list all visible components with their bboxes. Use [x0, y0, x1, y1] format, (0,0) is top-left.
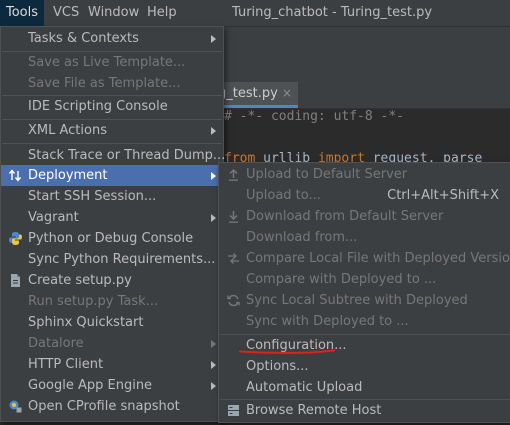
menu-tools[interactable]: Tools — [0, 0, 45, 26]
menu-item-label: Run setup.py Task... — [28, 294, 159, 309]
menu-item-deployment[interactable]: Deployment — [1, 165, 223, 186]
menu-item-label: Upload to... — [246, 188, 321, 203]
menu-item-label: Tasks & Contexts — [28, 31, 139, 46]
menu-item-label: Deployment — [28, 168, 108, 183]
menu-item-python-console[interactable]: Python or Debug Console — [1, 228, 223, 249]
menu-separator — [2, 143, 222, 144]
submenu-arrow-icon — [211, 361, 216, 369]
menu-vcs[interactable]: VCS — [47, 0, 85, 26]
submenu-arrow-icon — [211, 382, 216, 390]
code-line-1: # -*- coding: utf-8 -*- — [224, 109, 405, 124]
download-icon — [226, 209, 241, 224]
menu-window[interactable]: Window — [82, 0, 145, 26]
menu-item-sync-deployed-to[interactable]: Sync with Deployed to ... — [219, 311, 510, 332]
menu-item-start-ssh[interactable]: Start SSH Session... — [1, 186, 223, 207]
menu-item-datalore[interactable]: Datalore — [1, 333, 223, 354]
sync-icon — [226, 293, 241, 308]
menu-item-automatic-upload[interactable]: Automatic Upload — [219, 377, 510, 398]
window-title: Turing_chatbot - Turing_test.py — [232, 5, 433, 20]
menu-item-google-app-engine[interactable]: Google App Engine — [1, 375, 223, 396]
menu-item-label: Automatic Upload — [246, 380, 363, 395]
tools-menu: Tasks & Contexts Save as Live Template..… — [0, 26, 226, 422]
menu-item-vagrant[interactable]: Vagrant — [1, 207, 223, 228]
menu-item-download-default[interactable]: Download from Default Server — [219, 206, 510, 227]
red-underline-annotation — [239, 349, 335, 354]
menu-item-label: HTTP Client — [28, 357, 104, 372]
menu-item-open-cprofile[interactable]: Open CProfile snapshot — [1, 396, 223, 417]
menu-item-label: Sync Local Subtree with Deployed — [246, 293, 468, 308]
menu-item-save-live-template[interactable]: Save as Live Template... — [1, 52, 223, 73]
menu-item-label: Create setup.py — [28, 273, 132, 288]
menu-item-label: Save as Live Template... — [28, 55, 186, 70]
menu-item-create-setup[interactable]: Create setup.py — [1, 270, 223, 291]
menu-item-label: Sphinx Quickstart — [28, 315, 144, 330]
menu-help[interactable]: Help — [141, 0, 183, 26]
deployment-submenu: Upload to Default Server Upload to... Ct… — [218, 162, 510, 423]
menu-item-label: Open CProfile snapshot — [28, 399, 180, 414]
menu-item-label: Sync with Deployed to ... — [246, 314, 409, 329]
menu-item-label: Download from... — [246, 230, 358, 245]
remote-host-icon — [226, 403, 241, 418]
menu-item-compare-local[interactable]: Compare Local File with Deployed Version — [219, 248, 510, 269]
menu-item-tasks-contexts[interactable]: Tasks & Contexts — [1, 28, 223, 49]
menu-item-label: Sync Python Requirements... — [28, 252, 216, 267]
setup-file-icon — [8, 273, 23, 288]
menu-item-http-client[interactable]: HTTP Client — [1, 354, 223, 375]
menu-bar: Tools VCS Window Help Turing_chatbot - T… — [0, 0, 510, 27]
menu-item-stack-trace[interactable]: Stack Trace or Thread Dump... — [1, 145, 226, 166]
menu-item-sync-local-subtree[interactable]: Sync Local Subtree with Deployed — [219, 290, 510, 311]
menu-item-download-from[interactable]: Download from... — [219, 227, 510, 248]
upload-icon — [226, 167, 241, 182]
menu-item-upload-to[interactable]: Upload to... Ctrl+Alt+Shift+X — [219, 185, 510, 206]
menu-item-upload-default[interactable]: Upload to Default Server — [219, 164, 510, 185]
menu-item-label: Stack Trace or Thread Dump... — [28, 148, 226, 163]
menu-item-run-setup-task[interactable]: Run setup.py Task... — [1, 291, 223, 312]
menu-item-xml-actions[interactable]: XML Actions — [1, 120, 223, 141]
deployment-icon — [8, 168, 23, 183]
python-icon — [8, 231, 23, 246]
menu-item-label: Start SSH Session... — [28, 189, 157, 204]
menu-item-label: Options... — [246, 359, 309, 374]
menu-item-label: XML Actions — [28, 123, 107, 138]
submenu-arrow-icon — [211, 214, 216, 222]
menu-item-label: Browse Remote Host — [246, 403, 382, 418]
menu-item-browse-remote-host[interactable]: Browse Remote Host — [219, 400, 510, 421]
menu-item-save-file-template[interactable]: Save File as Template... — [1, 73, 223, 94]
submenu-arrow-icon — [211, 340, 216, 348]
menu-item-shortcut: Ctrl+Alt+Shift+X — [387, 188, 499, 203]
menu-item-compare-deployed-to[interactable]: Compare with Deployed to ... — [219, 269, 510, 290]
menu-item-sync-python-requirements[interactable]: Sync Python Requirements... — [1, 249, 223, 270]
submenu-arrow-icon — [211, 35, 216, 43]
menu-item-label: Compare with Deployed to ... — [246, 272, 437, 287]
menu-item-label: Vagrant — [28, 210, 79, 225]
menu-item-label: Python or Debug Console — [28, 231, 194, 246]
menu-item-sphinx-quickstart[interactable]: Sphinx Quickstart — [1, 312, 223, 333]
editor-tab-label: g_test.py — [218, 86, 278, 101]
tab-close-icon[interactable]: × — [282, 82, 292, 105]
menu-item-label: Download from Default Server — [246, 209, 444, 224]
menu-item-label: Upload to Default Server — [246, 167, 408, 182]
menu-item-label: Datalore — [28, 336, 84, 351]
submenu-arrow-icon — [211, 172, 216, 180]
submenu-arrow-icon — [211, 127, 216, 135]
menu-item-label: Google App Engine — [28, 378, 153, 393]
menu-item-options[interactable]: Options... — [219, 356, 510, 377]
compare-icon — [226, 251, 241, 266]
menu-item-label: IDE Scripting Console — [28, 99, 168, 114]
menu-item-label: Save File as Template... — [28, 76, 181, 91]
menu-item-label: Compare Local File with Deployed Version — [246, 251, 510, 266]
profiler-icon — [8, 399, 23, 414]
menu-item-ide-scripting-console[interactable]: IDE Scripting Console — [1, 96, 223, 117]
